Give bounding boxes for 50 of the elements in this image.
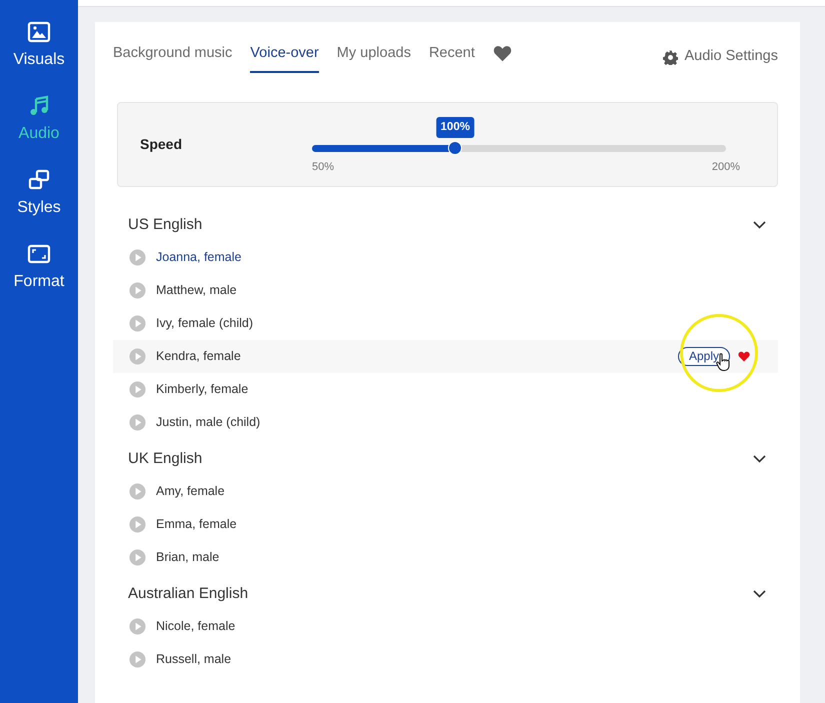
voice-name[interactable]: Ivy, female (child) — [156, 314, 254, 333]
chevron-down-icon — [753, 590, 766, 598]
sidebar-item[interactable]: Styles — [0, 168, 78, 220]
play-button[interactable] — [129, 381, 146, 398]
stacked-squares-icon — [27, 168, 51, 192]
voice-name[interactable]: Emma, female — [156, 515, 237, 534]
slider-max-label: 200% — [712, 160, 740, 174]
voice-name[interactable]: Joanna, female — [156, 248, 242, 267]
sidebar-item[interactable]: Audio — [0, 94, 78, 146]
slider-value: 100% — [436, 116, 474, 138]
voice-name[interactable]: Kimberly, female — [156, 380, 248, 399]
group-title: UK English — [128, 448, 202, 469]
speed-label: Speed — [140, 135, 184, 154]
expand-toggle[interactable] — [753, 455, 766, 463]
slider-min-label: 50% — [312, 160, 334, 174]
expand-toggle[interactable] — [753, 221, 766, 229]
play-button[interactable] — [129, 414, 146, 431]
play-button[interactable] — [129, 348, 146, 365]
voice-name[interactable]: Brian, male — [156, 548, 220, 567]
slider-thumb[interactable] — [448, 140, 462, 154]
image-icon — [27, 20, 51, 44]
sidebar-item[interactable]: Format — [0, 242, 78, 294]
voice-name[interactable]: Matthew, male — [156, 281, 237, 300]
settings-icon — [663, 50, 678, 64]
chevron-down-icon — [753, 221, 766, 229]
play-button[interactable] — [129, 549, 146, 566]
tab[interactable]: Voice-over — [250, 41, 319, 73]
play-button[interactable] — [129, 618, 146, 635]
group-title: US English — [128, 214, 202, 235]
settings-link[interactable]: Audio Settings — [663, 46, 778, 68]
voice-name[interactable]: Amy, female — [156, 482, 225, 501]
play-button[interactable] — [129, 282, 146, 299]
play-button[interactable] — [129, 516, 146, 533]
chevron-down-icon — [753, 455, 766, 463]
voice-name[interactable]: Russell, male — [156, 650, 232, 669]
sidebar-item[interactable]: Visuals — [0, 20, 78, 72]
group-title: Australian English — [128, 584, 248, 604]
heart-icon — [492, 44, 512, 62]
play-button[interactable] — [129, 651, 146, 668]
expand-toggle[interactable] — [753, 590, 766, 598]
voice-name[interactable]: Nicole, female — [156, 617, 236, 636]
tab[interactable]: My uploads — [336, 41, 411, 73]
voice-name[interactable]: Kendra, female — [156, 347, 241, 366]
play-button[interactable] — [129, 315, 146, 332]
frame-icon — [27, 242, 51, 266]
tab[interactable]: Recent — [428, 41, 475, 73]
play-button[interactable] — [129, 249, 146, 266]
tab[interactable]: Background music — [113, 41, 232, 73]
play-button[interactable] — [129, 483, 146, 500]
voice-name[interactable]: Justin, male (child) — [156, 413, 260, 432]
